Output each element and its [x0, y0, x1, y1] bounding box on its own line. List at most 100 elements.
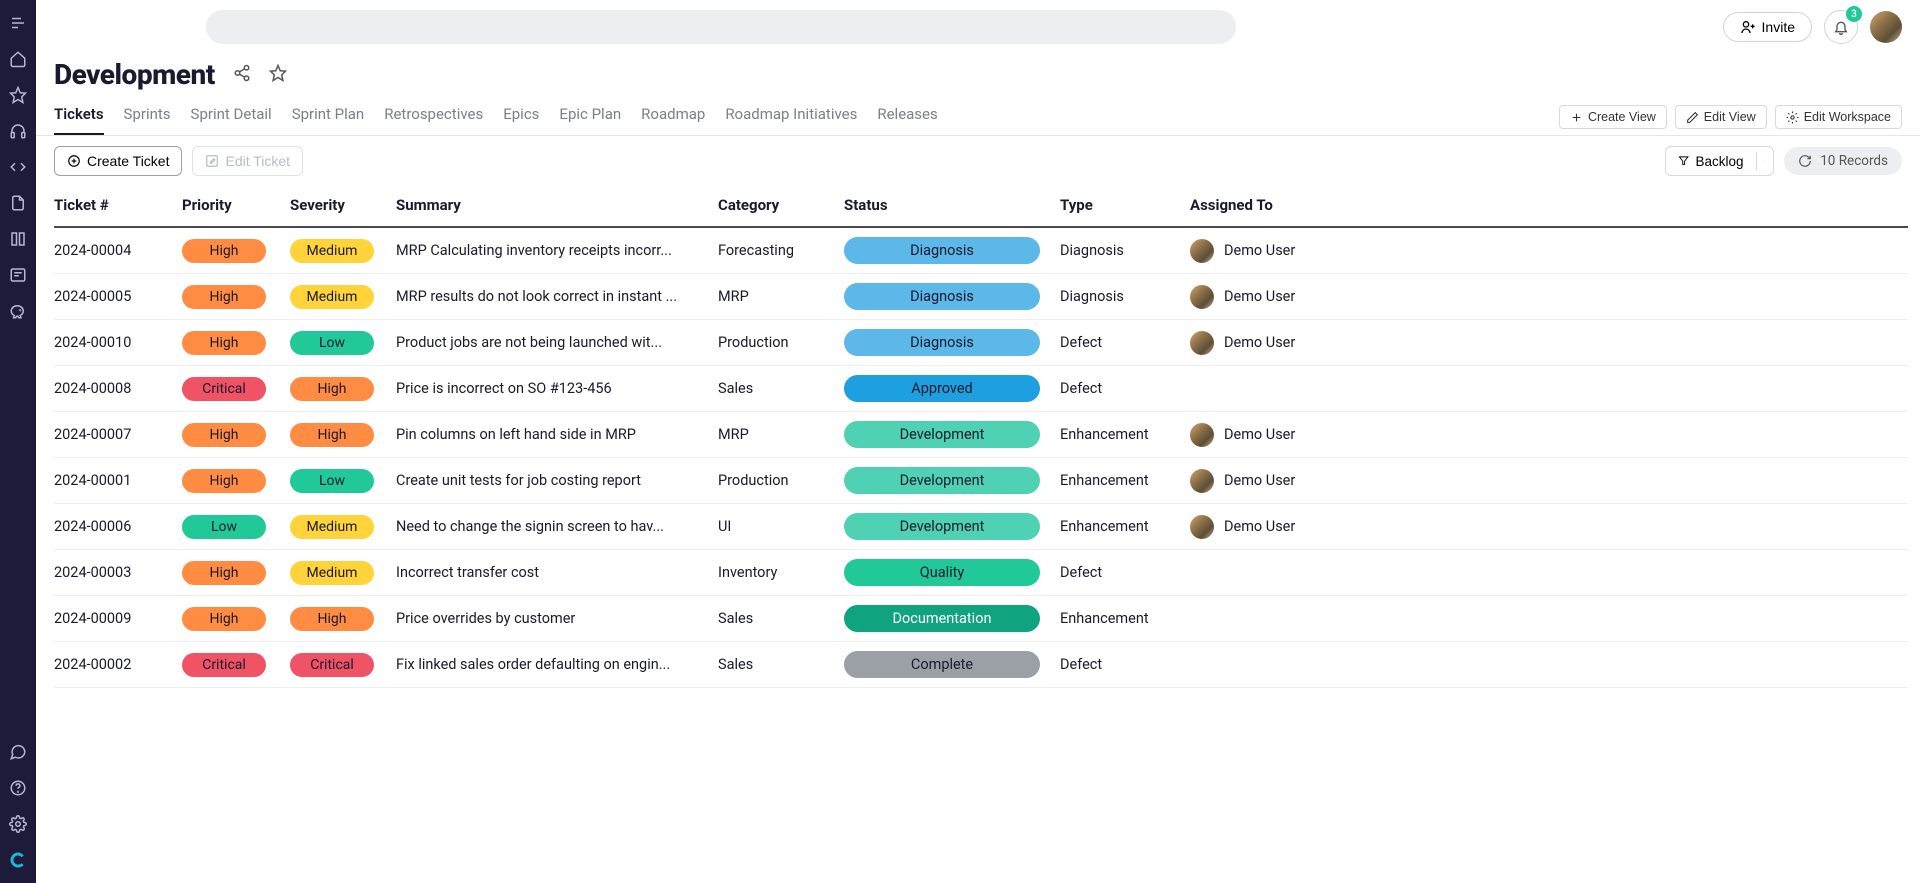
filter-icon — [1678, 155, 1689, 166]
priority-pill: High — [182, 561, 266, 585]
table-row[interactable]: 2024-00006LowMediumNeed to change the si… — [54, 504, 1908, 550]
pencil-icon — [1686, 111, 1699, 124]
settings-icon[interactable] — [0, 815, 36, 833]
ticket-id: 2024-00004 — [54, 242, 131, 259]
col-priority[interactable]: Priority — [182, 186, 290, 227]
table-row[interactable]: 2024-00001HighLowCreate unit tests for j… — [54, 458, 1908, 504]
plus-circle-icon — [67, 154, 81, 168]
severity-pill: High — [290, 423, 374, 447]
edit-view-button[interactable]: Edit View — [1675, 105, 1767, 129]
ticket-id: 2024-00002 — [54, 656, 131, 673]
status-pill: Development — [844, 513, 1040, 540]
type-text: Defect — [1060, 380, 1102, 397]
table-head-row: Ticket # Priority Severity Summary Categ… — [54, 186, 1908, 227]
bell-icon — [1833, 19, 1849, 35]
help-icon[interactable] — [0, 779, 36, 797]
home-icon[interactable] — [0, 50, 36, 68]
invite-label: Invite — [1762, 19, 1795, 35]
pencil-square-icon — [205, 154, 219, 168]
table-row[interactable]: 2024-00002CriticalCriticalFix linked sal… — [54, 642, 1908, 688]
severity-pill: High — [290, 607, 374, 631]
user-plus-icon — [1740, 19, 1756, 35]
category-text: MRP — [718, 426, 749, 443]
tab-retrospectives[interactable]: Retrospectives — [384, 105, 483, 135]
priority-pill: High — [182, 423, 266, 447]
col-ticket[interactable]: Ticket # — [54, 186, 182, 227]
table-row[interactable]: 2024-00008CriticalHighPrice is incorrect… — [54, 366, 1908, 412]
code-icon[interactable] — [0, 158, 36, 176]
col-type[interactable]: Type — [1060, 186, 1190, 227]
table-row[interactable]: 2024-00004HighMediumMRP Calculating inve… — [54, 227, 1908, 274]
assignee-avatar — [1190, 285, 1214, 309]
assignee-name: Demo User — [1224, 288, 1295, 305]
tab-roadmap-initiatives[interactable]: Roadmap Initiatives — [725, 105, 857, 135]
summary-text: Price is incorrect on SO #123-456 — [396, 380, 612, 397]
tab-epics[interactable]: Epics — [503, 105, 539, 135]
assignee-avatar — [1190, 515, 1214, 539]
table-row[interactable]: 2024-00003HighMediumIncorrect transfer c… — [54, 550, 1908, 596]
edit-workspace-button[interactable]: Edit Workspace — [1775, 105, 1902, 129]
book-icon[interactable] — [0, 230, 36, 248]
severity-pill: High — [290, 377, 374, 401]
edit-ticket-button: Edit Ticket — [192, 146, 303, 176]
table-row[interactable]: 2024-00009HighHighPrice overrides by cus… — [54, 596, 1908, 642]
tab-roadmap[interactable]: Roadmap — [641, 105, 705, 135]
toolbar: Create Ticket Edit Ticket Backlog 10 Rec… — [36, 136, 1920, 186]
piggy-icon[interactable] — [0, 302, 36, 320]
type-text: Enhancement — [1060, 518, 1149, 535]
assignee: Demo User — [1190, 285, 1898, 309]
create-ticket-button[interactable]: Create Ticket — [54, 146, 182, 176]
type-text: Enhancement — [1060, 426, 1149, 443]
ticket-id: 2024-00008 — [54, 380, 131, 397]
search-input[interactable] — [206, 10, 1236, 44]
ticket-id: 2024-00001 — [54, 472, 131, 489]
col-severity[interactable]: Severity — [290, 186, 396, 227]
summary-text: MRP Calculating inventory receipts incor… — [396, 242, 672, 259]
records-count[interactable]: 10 Records — [1784, 147, 1902, 175]
assignee: Demo User — [1190, 331, 1898, 355]
nav-collapse-icon[interactable] — [0, 14, 36, 32]
tab-sprint-plan[interactable]: Sprint Plan — [292, 105, 365, 135]
tab-epic-plan[interactable]: Epic Plan — [559, 105, 621, 135]
tab-sprints[interactable]: Sprints — [124, 105, 171, 135]
favorite-star-icon[interactable] — [269, 64, 287, 86]
notification-button[interactable]: 3 — [1824, 10, 1858, 44]
star-icon[interactable] — [0, 86, 36, 104]
assignee-avatar — [1190, 469, 1214, 493]
tab-tickets[interactable]: Tickets — [54, 105, 104, 135]
col-summary[interactable]: Summary — [396, 186, 718, 227]
filter-dropdown[interactable]: Backlog — [1665, 146, 1774, 176]
type-text: Enhancement — [1060, 610, 1149, 627]
col-status[interactable]: Status — [844, 186, 1060, 227]
severity-pill: Critical — [290, 653, 374, 677]
share-icon[interactable] — [233, 64, 251, 86]
severity-pill: Low — [290, 331, 374, 355]
priority-pill: High — [182, 331, 266, 355]
user-avatar[interactable] — [1870, 11, 1902, 43]
priority-pill: High — [182, 239, 266, 263]
table-row[interactable]: 2024-00010HighLowProduct jobs are not be… — [54, 320, 1908, 366]
table-row[interactable]: 2024-00007HighHighPin columns on left ha… — [54, 412, 1908, 458]
priority-pill: High — [182, 469, 266, 493]
app-logo-icon[interactable] — [0, 851, 36, 869]
page-title: Development — [54, 58, 215, 91]
assignee-avatar — [1190, 423, 1214, 447]
table-row[interactable]: 2024-00005HighMediumMRP results do not l… — [54, 274, 1908, 320]
ticket-id: 2024-00006 — [54, 518, 131, 535]
form-icon[interactable] — [0, 266, 36, 284]
col-assigned[interactable]: Assigned To — [1190, 186, 1908, 227]
ticket-id: 2024-00010 — [54, 334, 131, 351]
create-view-button[interactable]: Create View — [1559, 105, 1667, 129]
tab-sprint-detail[interactable]: Sprint Detail — [191, 105, 272, 135]
assignee-name: Demo User — [1224, 426, 1295, 443]
invite-button[interactable]: Invite — [1723, 12, 1812, 42]
col-category[interactable]: Category — [718, 186, 844, 227]
document-icon[interactable] — [0, 194, 36, 212]
priority-pill: Low — [182, 515, 266, 539]
severity-pill: Medium — [290, 285, 374, 309]
assignee: Demo User — [1190, 239, 1898, 263]
tab-releases[interactable]: Releases — [877, 105, 937, 135]
feedback-icon[interactable] — [0, 743, 36, 761]
topbar: Invite 3 — [36, 0, 1920, 48]
headphones-icon[interactable] — [0, 122, 36, 140]
